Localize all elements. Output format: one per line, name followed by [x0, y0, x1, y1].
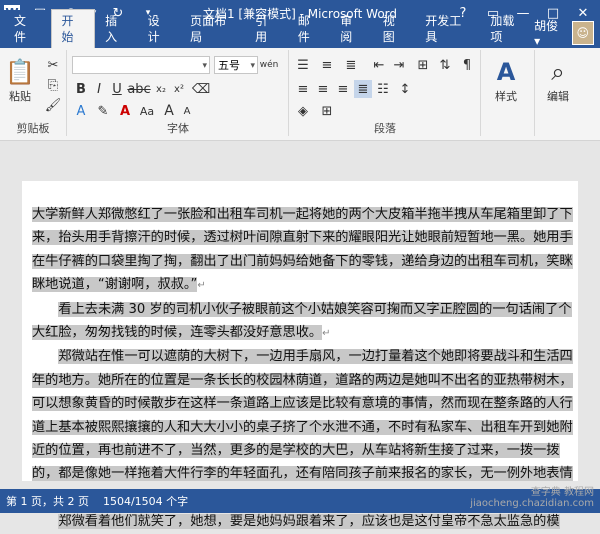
- paragraph-mark-icon: ↵: [197, 280, 206, 292]
- paste-button[interactable]: 📋 粘贴: [4, 56, 36, 104]
- align-right-icon[interactable]: ≡: [334, 80, 352, 98]
- tab-add-ins[interactable]: 加载项: [480, 10, 534, 48]
- font-group-label: 字体: [167, 122, 189, 135]
- editing-label: 编辑: [547, 90, 569, 103]
- tab-page-layout[interactable]: 页面布局: [180, 10, 245, 48]
- tab-home[interactable]: 开始: [50, 9, 96, 48]
- paste-label: 粘贴: [9, 90, 31, 103]
- chevron-down-icon: ▾: [202, 61, 207, 71]
- tab-view[interactable]: 视图: [373, 10, 416, 48]
- paragraph-group-label: 段落: [374, 122, 396, 135]
- clipboard-group-label: 剪贴板: [16, 122, 50, 135]
- styles-button[interactable]: A 样式: [490, 56, 522, 104]
- document-background: [0, 141, 600, 181]
- tab-mailings[interactable]: 邮件: [288, 10, 331, 48]
- ribbon: 📋 粘贴 ✂ ⎘ 🖌 剪贴板 ▾ 五号 ▾ wén B I U abc x₂ x…: [0, 48, 600, 141]
- word-count-status[interactable]: 1504/1504 个字: [97, 493, 196, 509]
- show-marks-icon[interactable]: ¶: [458, 56, 476, 74]
- bold-icon[interactable]: B: [72, 80, 90, 98]
- copy-icon[interactable]: ⎘: [44, 76, 62, 94]
- user-name[interactable]: 胡俊 ▾: [534, 17, 565, 48]
- tab-file[interactable]: 文件: [0, 10, 51, 48]
- watermark: 查字典 教程网 jiaocheng.chazidian.com: [470, 487, 594, 509]
- clipboard-icon: 📋: [5, 58, 35, 86]
- format-painter-icon[interactable]: 🖌: [44, 96, 62, 114]
- tab-design[interactable]: 设计: [138, 10, 181, 48]
- sort-icon[interactable]: ⇅: [436, 56, 454, 74]
- paragraph-4[interactable]: 郑微看着他们就笑了，她想，要是她妈妈跟着来了，应该也是这付皇帝不急太监急的模: [32, 510, 578, 533]
- cut-icon[interactable]: ✂: [44, 56, 62, 74]
- font-color-icon[interactable]: A: [116, 102, 134, 120]
- numbering-icon[interactable]: ≡: [318, 56, 336, 74]
- clear-format-icon[interactable]: ⌫: [192, 80, 210, 98]
- tab-insert[interactable]: 插入: [95, 10, 138, 48]
- paragraph-1[interactable]: 大学新鲜人郑微憋红了一张脸和出租车司机一起将她的两个大皮箱半拖半拽从车尾箱里卸了…: [32, 203, 578, 298]
- clipboard-group: 📋 粘贴 ✂ ⎘ 🖌 剪贴板: [0, 50, 67, 136]
- paragraph-group: ☰ ≡ ≣ ⇤ ⇥ ⊞ ⇅ ¶ ≡ ≡ ≡ ≣ ☷ ↕ ◈ ⊞ 段落: [290, 50, 481, 136]
- wen-icon[interactable]: wén: [260, 56, 279, 74]
- ribbon-tabs: 文件 开始 插入 设计 页面布局 引用 邮件 审阅 视图 开发工具 加载项 胡俊…: [0, 9, 600, 48]
- binoculars-icon: ⌕: [551, 58, 565, 86]
- chevron-down-icon: ▾: [250, 61, 255, 71]
- editing-button[interactable]: ⌕ 编辑: [542, 56, 574, 104]
- font-name-combo[interactable]: ▾: [72, 56, 210, 74]
- paragraph-2[interactable]: 看上去未满 30 岁的司机小伙子被眼前这个小姑娘笑容可掬而又字正腔圆的一句话闹了…: [32, 298, 578, 346]
- font-size-combo[interactable]: 五号 ▾: [214, 56, 258, 74]
- tab-developer[interactable]: 开发工具: [415, 10, 480, 48]
- font-group: ▾ 五号 ▾ wén B I U abc x₂ x² ⌫ A ✎ A Aa A …: [68, 50, 289, 136]
- distributed-icon[interactable]: ☷: [374, 80, 392, 98]
- superscript-icon[interactable]: x²: [170, 80, 188, 98]
- grow-font-icon[interactable]: A: [160, 102, 178, 120]
- document-page[interactable]: 大学新鲜人郑微憋红了一张脸和出租车司机一起将她的两个大皮箱半拖半拽从车尾箱里卸了…: [22, 181, 578, 530]
- font-size-value: 五号: [218, 59, 240, 72]
- user-avatar[interactable]: ☺: [571, 20, 595, 45]
- subscript-icon[interactable]: x₂: [152, 80, 170, 98]
- shrink-font-icon[interactable]: A: [178, 102, 196, 120]
- tab-references[interactable]: 引用: [245, 10, 288, 48]
- strikethrough-icon[interactable]: abc: [127, 80, 150, 98]
- line-spacing-icon[interactable]: ↕: [396, 80, 414, 98]
- align-left-icon[interactable]: ≡: [294, 80, 312, 98]
- underline-icon[interactable]: U: [108, 80, 126, 98]
- chinese-layout-icon[interactable]: ⊞: [414, 56, 432, 74]
- page-count-status[interactable]: 第 1 页，共 2 页: [0, 493, 97, 509]
- align-center-icon[interactable]: ≡: [314, 80, 332, 98]
- bullets-icon[interactable]: ☰: [294, 56, 312, 74]
- italic-icon[interactable]: I: [90, 80, 108, 98]
- decrease-indent-icon[interactable]: ⇤: [370, 56, 388, 74]
- styles-group: A 样式: [482, 50, 535, 136]
- highlight-icon[interactable]: ✎: [94, 102, 112, 120]
- borders-icon[interactable]: ⊞: [318, 102, 336, 120]
- text-effects-icon[interactable]: A: [72, 102, 90, 120]
- increase-indent-icon[interactable]: ⇥: [390, 56, 408, 74]
- change-case-icon[interactable]: Aa: [138, 102, 156, 120]
- editing-group: ⌕ 编辑: [536, 50, 588, 136]
- tab-review[interactable]: 审阅: [330, 10, 373, 48]
- justify-icon[interactable]: ≣: [354, 80, 372, 98]
- paragraph-mark-icon: ↵: [322, 328, 331, 340]
- multilevel-list-icon[interactable]: ≣: [342, 56, 360, 74]
- styles-icon: A: [496, 58, 516, 86]
- styles-label: 样式: [495, 90, 517, 103]
- shading-icon[interactable]: ◈: [294, 102, 312, 120]
